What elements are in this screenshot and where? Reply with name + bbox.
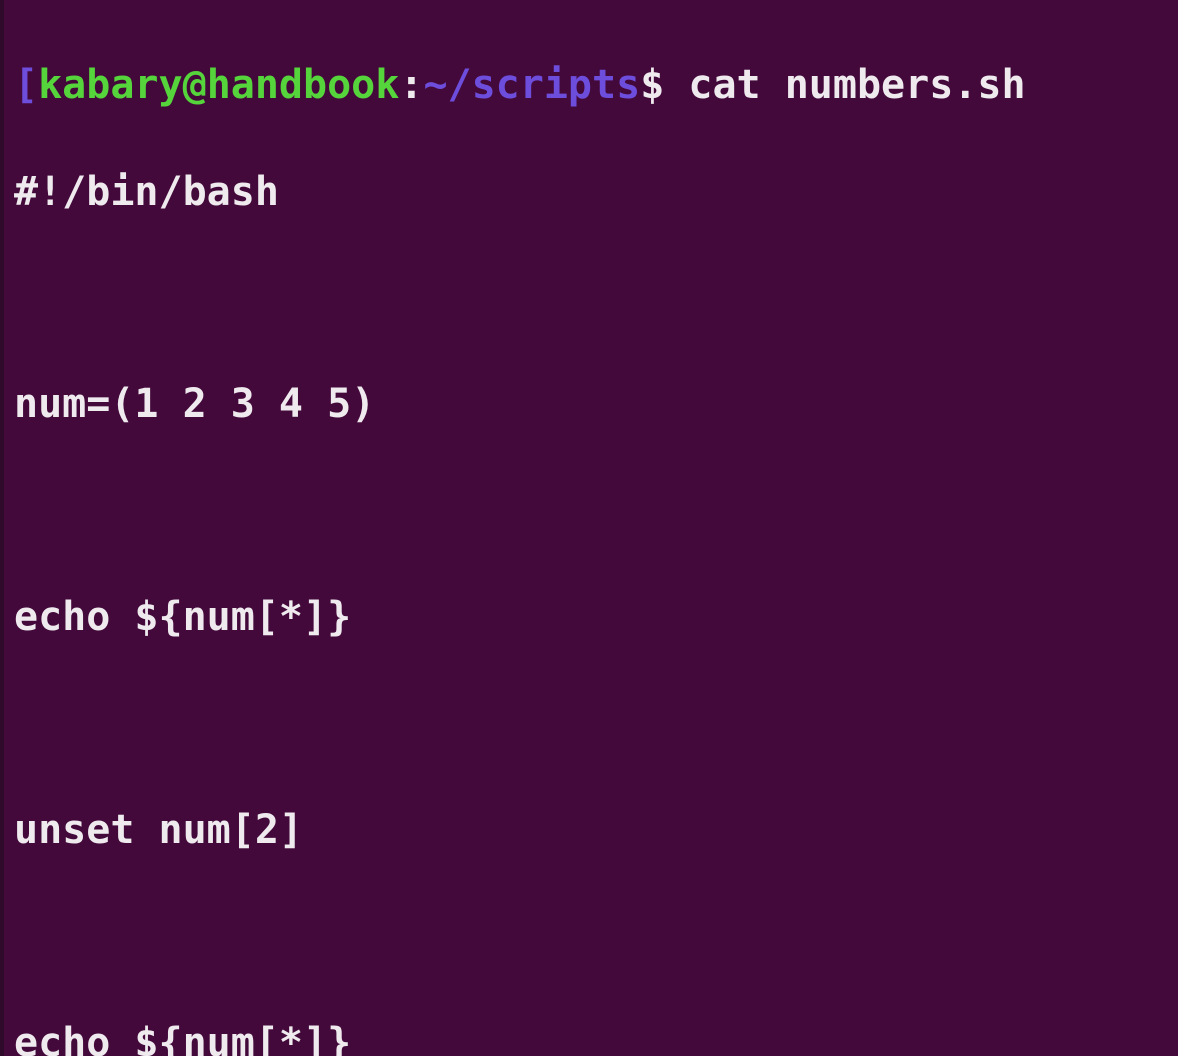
prompt-colon: : — [399, 62, 423, 108]
bracket-open: [ — [14, 62, 38, 108]
script-shebang: #!/bin/bash — [14, 166, 1168, 219]
prompt-host: handbook — [207, 62, 400, 108]
terminal-window[interactable]: [kabary@handbook:~/scripts$ cat numbers.… — [0, 0, 1178, 1056]
command-cat: cat numbers.sh — [664, 62, 1025, 108]
prompt-line-1: [kabary@handbook:~/scripts$ cat numbers.… — [14, 59, 1168, 112]
blank-line — [14, 697, 1168, 750]
prompt-user: kabary — [38, 62, 183, 108]
blank-line — [14, 485, 1168, 538]
prompt-dollar: $ — [640, 62, 664, 108]
prompt-path: ~/scripts — [423, 62, 640, 108]
script-echo2: echo ${num[*]} — [14, 1017, 1168, 1056]
prompt-at: @ — [183, 62, 207, 108]
blank-line — [14, 910, 1168, 963]
blank-line — [14, 272, 1168, 325]
script-unset-idx: unset num[2] — [14, 804, 1168, 857]
script-echo1: echo ${num[*]} — [14, 591, 1168, 644]
script-assign: num=(1 2 3 4 5) — [14, 378, 1168, 431]
